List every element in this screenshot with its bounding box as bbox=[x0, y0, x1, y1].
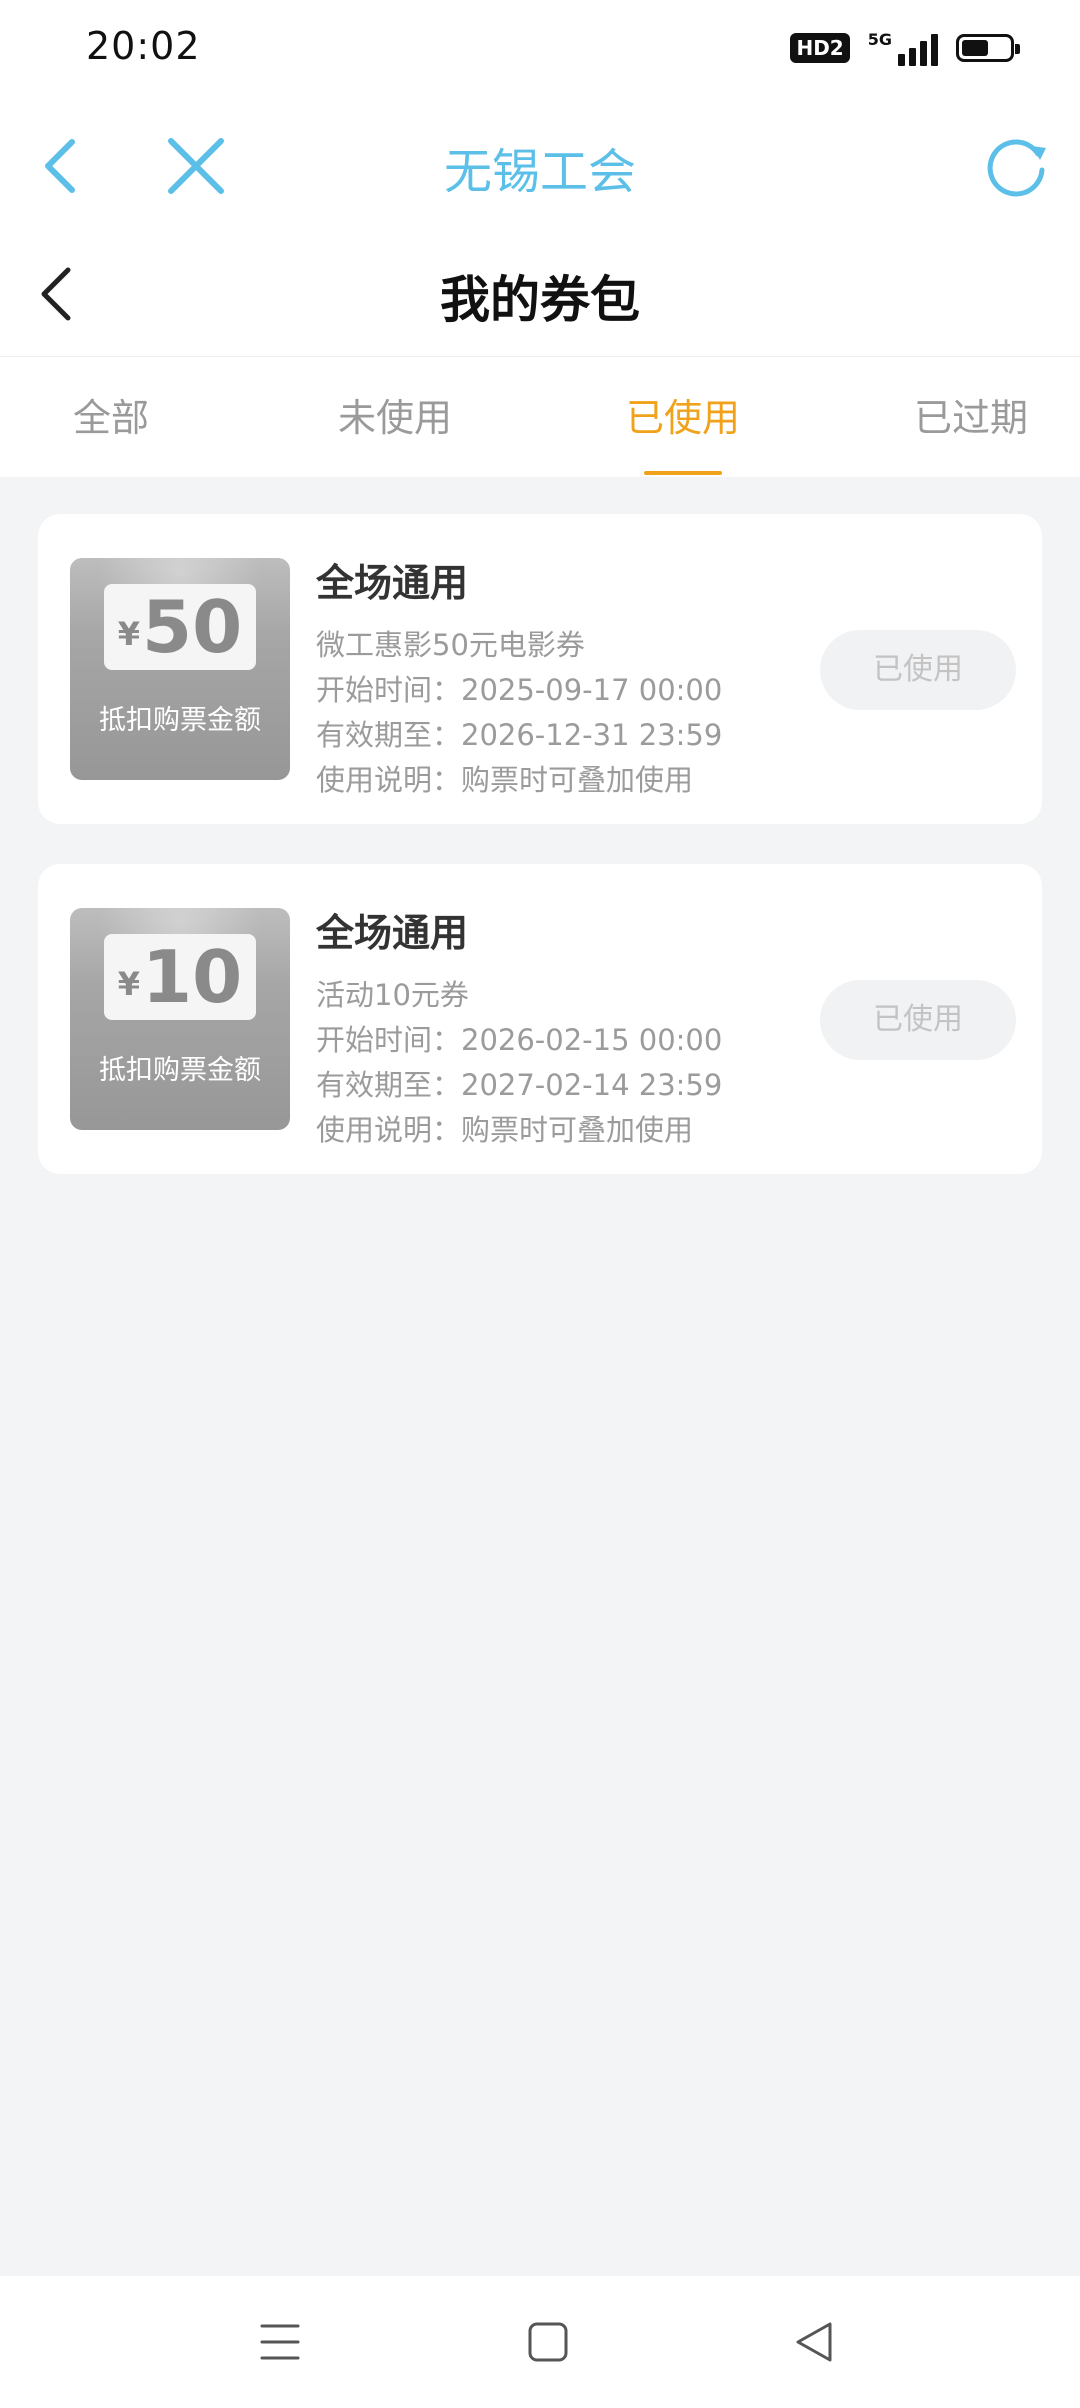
coupon-list: ¥ 50 抵扣购票金额 全场通用 微工惠影50元电影券 开始时间：2025-09… bbox=[38, 514, 1042, 1214]
coupon-card[interactable]: ¥ 50 抵扣购票金额 全场通用 微工惠影50元电影券 开始时间：2025-09… bbox=[38, 514, 1042, 824]
tab-expired[interactable]: 已过期 bbox=[836, 357, 1080, 477]
page-title: 我的券包 bbox=[440, 271, 640, 329]
coupon-info: 全场通用 微工惠影50元电影券 开始时间：2025-09-17 00:00 有效… bbox=[316, 552, 836, 803]
coupon-start-time: 开始时间：2026-02-15 00:00 bbox=[316, 1023, 723, 1057]
triangle-back-icon bbox=[796, 2322, 832, 2362]
coupon-status-button[interactable]: 已使用 bbox=[820, 980, 1016, 1060]
coupon-thumb-caption: 抵扣购票金额 bbox=[99, 705, 261, 736]
menu-icon bbox=[260, 2324, 300, 2360]
status-bar: 20:02 HD2 5G bbox=[0, 0, 1080, 96]
currency-symbol: ¥ bbox=[117, 615, 141, 653]
web-container-title: 无锡工会 bbox=[443, 144, 636, 200]
home-button[interactable] bbox=[518, 2312, 578, 2372]
coupon-value: 50 bbox=[142, 585, 243, 669]
page-header: 我的券包 bbox=[0, 230, 1080, 357]
coupon-description: 活动10元券 bbox=[316, 978, 469, 1012]
system-back-button[interactable] bbox=[784, 2312, 844, 2372]
square-icon bbox=[528, 2322, 568, 2362]
coupon-description: 微工惠影50元电影券 bbox=[316, 628, 585, 662]
coupon-thumb-caption: 抵扣购票金额 bbox=[99, 1055, 261, 1086]
coupon-expiry: 有效期至：2026-12-31 23:59 bbox=[316, 718, 723, 752]
refresh-button[interactable] bbox=[976, 126, 1056, 206]
coupon-usage-note: 使用说明：购票时可叠加使用 bbox=[316, 1113, 694, 1147]
coupon-title: 全场通用 bbox=[316, 911, 469, 955]
battery-icon bbox=[956, 34, 1020, 62]
currency-symbol: ¥ bbox=[117, 965, 141, 1003]
signal-icon: 5G bbox=[868, 30, 938, 66]
hd-icon: HD2 bbox=[790, 33, 850, 63]
coupon-tabs: 全部 未使用 已使用 已过期 bbox=[0, 357, 1080, 477]
coupon-info: 全场通用 活动10元券 开始时间：2026-02-15 00:00 有效期至：2… bbox=[316, 902, 836, 1153]
coupon-title: 全场通用 bbox=[316, 561, 469, 605]
coupon-usage-note: 使用说明：购票时可叠加使用 bbox=[316, 763, 694, 797]
system-nav-bar bbox=[0, 2276, 1080, 2408]
status-time: 20:02 bbox=[86, 24, 201, 68]
coupon-status-button[interactable]: 已使用 bbox=[820, 630, 1016, 710]
network-type-label: 5G bbox=[867, 30, 892, 49]
refresh-icon bbox=[987, 139, 1046, 197]
tab-unused[interactable]: 未使用 bbox=[260, 357, 530, 477]
status-icons: HD2 5G bbox=[790, 26, 1020, 70]
coupon-value: 10 bbox=[142, 935, 243, 1019]
tab-used[interactable]: 已使用 bbox=[548, 357, 818, 477]
coupon-amount: ¥ 10 bbox=[104, 934, 256, 1020]
web-container-nav: 无锡工会 bbox=[0, 96, 1080, 230]
coupon-expiry: 有效期至：2027-02-14 23:59 bbox=[316, 1068, 723, 1102]
coupon-start-time: 开始时间：2025-09-17 00:00 bbox=[316, 673, 723, 707]
recent-apps-button[interactable] bbox=[250, 2312, 310, 2372]
coupon-thumbnail: ¥ 50 抵扣购票金额 bbox=[70, 558, 290, 780]
coupon-thumbnail: ¥ 10 抵扣购票金额 bbox=[70, 908, 290, 1130]
coupon-card[interactable]: ¥ 10 抵扣购票金额 全场通用 活动10元券 开始时间：2026-02-15 … bbox=[38, 864, 1042, 1174]
coupon-amount: ¥ 50 bbox=[104, 584, 256, 670]
active-tab-indicator bbox=[644, 471, 722, 475]
tab-all[interactable]: 全部 bbox=[0, 357, 246, 477]
